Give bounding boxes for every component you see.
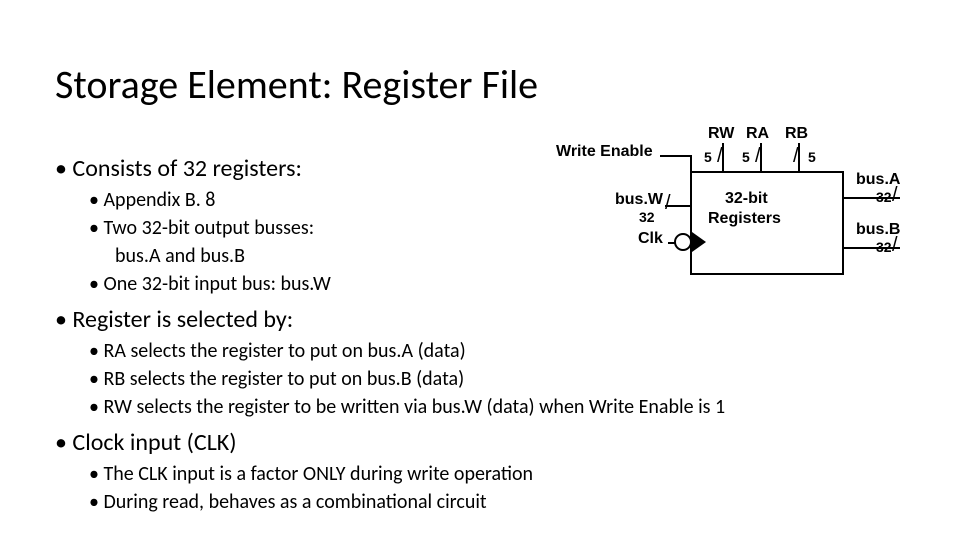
box-label-32bit: 32-bit: [725, 190, 768, 208]
bullet-selected-by: Register is selected by:: [55, 305, 615, 335]
wire-write-enable: [660, 155, 690, 157]
slash-icon: /: [755, 145, 761, 168]
label-clk: Clk: [638, 230, 663, 248]
bullet-two-output: Two 32-bit output busses:: [89, 216, 615, 241]
bullet-clk-write: The CLK input is a factor ONLY during wr…: [89, 462, 615, 487]
label-rb: RB: [785, 125, 808, 143]
label-busb-32: 32: [876, 239, 892, 255]
label-rw: RW: [708, 125, 734, 143]
bullet-clk-read: During read, behaves as a combinational …: [89, 490, 615, 515]
clock-triangle-icon: [692, 232, 706, 252]
wire-clk: [668, 242, 675, 244]
label-busw: bus.W: [615, 191, 663, 209]
bullet-rw: RW selects the register to be written vi…: [89, 395, 859, 420]
label-5-rb: 5: [808, 149, 816, 165]
slash-icon: /: [665, 192, 671, 215]
label-write-enable: Write Enable: [556, 143, 653, 161]
bullet-consists: Consists of 32 registers:: [55, 154, 615, 184]
bullet-appendix: Appendix B. 8: [89, 188, 615, 213]
label-5-ra: 5: [742, 149, 750, 165]
bullet-busab: bus.A and bus.B: [115, 244, 615, 269]
label-busa-32: 32: [876, 189, 892, 205]
slash-icon: /: [892, 184, 898, 207]
slide-body: Consists of 32 registers: Appendix B. 8 …: [55, 150, 615, 518]
bullet-one-input: One 32-bit input bus: bus.W: [89, 272, 615, 297]
bullet-rb: RB selects the register to put on bus.B …: [89, 367, 615, 392]
label-5-rw: 5: [704, 149, 712, 165]
inverter-bubble-icon: [674, 233, 692, 251]
slash-icon: /: [793, 145, 799, 168]
label-busw-32: 32: [639, 209, 655, 225]
bullet-ra: RA selects the register to put on bus.A …: [89, 339, 615, 364]
label-ra: RA: [746, 125, 769, 143]
slide-title: Storage Element: Register File: [55, 60, 538, 109]
box-label-registers: Registers: [708, 210, 781, 228]
slash-icon: /: [717, 145, 723, 168]
slash-icon: /: [892, 234, 898, 257]
register-file-diagram: 32-bit Registers Write Enable RW RA RB /…: [560, 125, 940, 305]
bullet-clock: Clock input (CLK): [55, 428, 615, 458]
wire-write-enable-v: [690, 155, 692, 171]
